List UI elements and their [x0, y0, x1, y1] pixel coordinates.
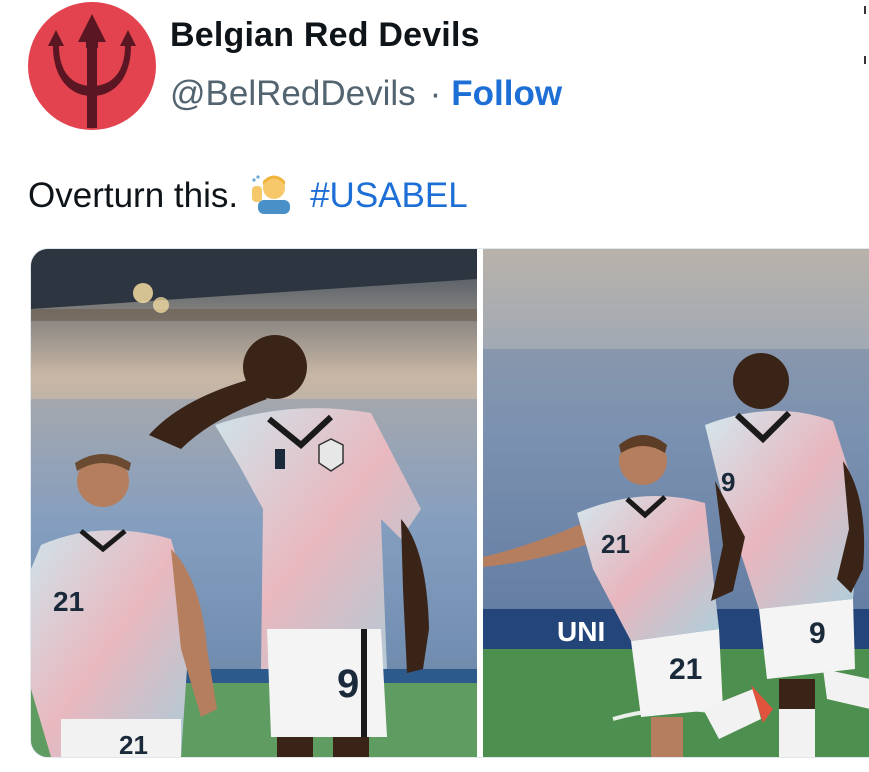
- tweet-text: Overturn this. #USABEL: [28, 168, 468, 223]
- jersey-number-21: 21: [119, 730, 148, 757]
- account-avatar[interactable]: [28, 2, 156, 130]
- account-handle-row: @BelRedDevils · Follow: [170, 74, 562, 114]
- jersey-number-21-front: 21: [601, 529, 630, 559]
- photo-2[interactable]: UNI 21 21 9 9: [483, 249, 869, 757]
- overflow-indicator: [864, 56, 866, 64]
- account-handle[interactable]: @BelRedDevils: [170, 74, 416, 114]
- trident-icon: [48, 14, 136, 128]
- jersey-number-9: 9: [337, 662, 359, 706]
- overflow-indicator: [864, 6, 866, 14]
- jersey-number-9-front: 9: [721, 467, 735, 497]
- account-display-name[interactable]: Belgian Red Devils: [170, 16, 480, 55]
- jersey-number-9-shorts: 9: [809, 617, 826, 650]
- photo-1[interactable]: 21 21 9: [31, 249, 477, 757]
- hashtag-link[interactable]: #USABEL: [310, 176, 468, 216]
- follow-button[interactable]: Follow: [451, 74, 562, 114]
- call-me-emoji-icon: [250, 168, 296, 223]
- tweet-body: Overturn this.: [28, 175, 239, 215]
- jersey-number-21-front: 21: [53, 586, 84, 617]
- separator-dot: ·: [429, 74, 442, 113]
- media-grid: 21 21 9 UNI 21 21 9 9: [30, 248, 869, 758]
- stadium-board-text: UNI: [557, 616, 605, 647]
- jersey-number-21-shorts: 21: [669, 653, 702, 686]
